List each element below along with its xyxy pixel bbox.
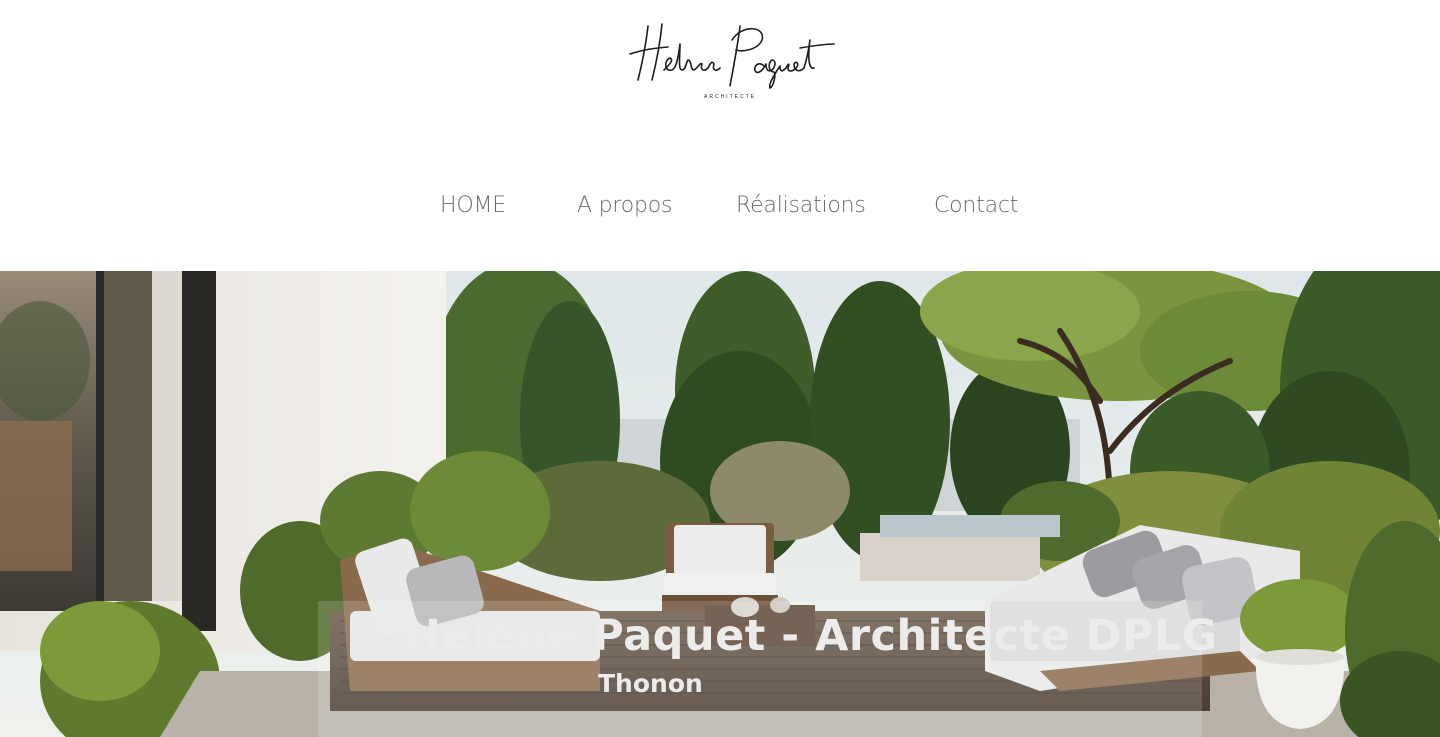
main-navigation: HOME A propos Réalisations Contact (0, 188, 1440, 224)
site-logo[interactable]: ARCHITECTE (620, 14, 840, 106)
hero-subtitle: Thonon (598, 669, 703, 698)
site-header: ARCHITECTE HOME A propos Réalisations Co… (0, 0, 1440, 271)
hero-banner: Helene Paquet - Architecte DPLG Thonon (0, 271, 1440, 737)
nav-item-home[interactable]: HOME (440, 188, 506, 224)
logo-signature-icon (629, 23, 835, 89)
nav-item-realisations[interactable]: Réalisations (736, 188, 866, 224)
hero-title: Helene Paquet - Architecte DPLG (405, 611, 1218, 661)
nav-item-a-propos[interactable]: A propos (577, 188, 673, 224)
logo-subtitle: ARCHITECTE (704, 94, 756, 100)
nav-item-contact[interactable]: Contact (934, 188, 1018, 224)
